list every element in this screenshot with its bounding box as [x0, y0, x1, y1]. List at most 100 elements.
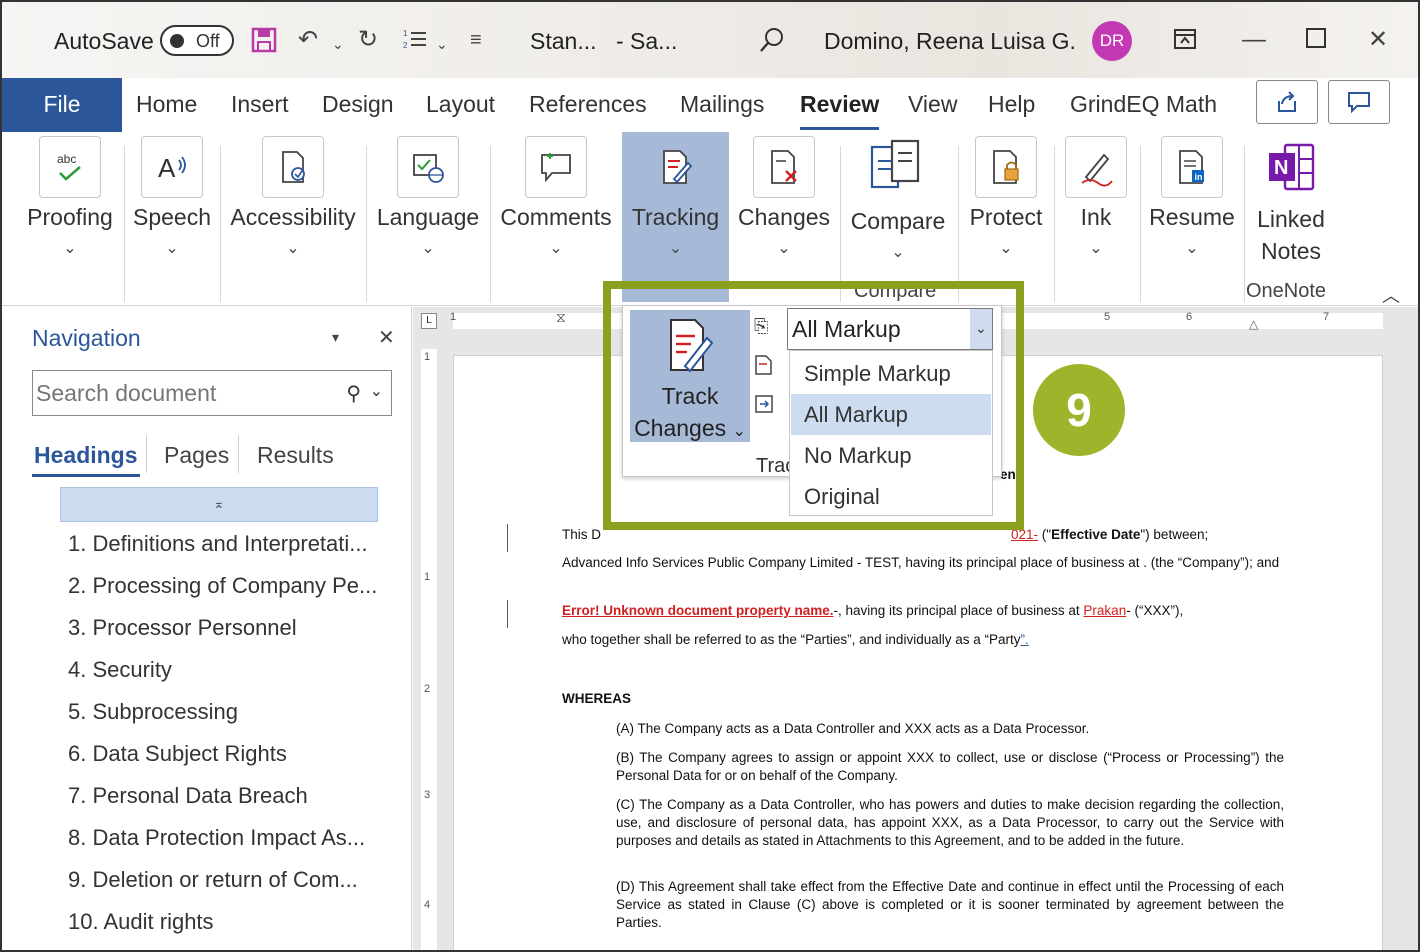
ribbon-group-resume[interactable]: in Resume ⌄: [1146, 132, 1238, 302]
svg-text:2: 2: [403, 41, 408, 50]
heading-item[interactable]: 3. Processor Personnel: [68, 615, 297, 641]
document-name[interactable]: Stan...: [530, 28, 596, 55]
ribbon-group-language[interactable]: Language ⌄: [374, 132, 482, 302]
ribbon-group-proofing[interactable]: abc Proofing ⌄: [22, 132, 118, 302]
search-icon[interactable]: ⚲: [346, 381, 361, 406]
ribbon-group-tracking[interactable]: Tracking ⌄: [622, 132, 729, 302]
ribbon-group-comments[interactable]: Comments ⌄: [496, 132, 616, 302]
display-for-review-icon[interactable]: ⎘: [754, 316, 768, 337]
field-error-text[interactable]: Error! Unknown document property name.: [562, 603, 834, 618]
recital-b: (B) The Company agrees to assign or appo…: [616, 750, 1284, 783]
tab-view[interactable]: View: [908, 91, 957, 118]
svg-text:abc: abc: [57, 152, 76, 166]
ribbon-group-compare[interactable]: Compare ⌄: [846, 132, 950, 302]
search-icon[interactable]: [758, 26, 786, 61]
redo-icon[interactable]: ↻: [358, 26, 378, 54]
tab-design[interactable]: Design: [322, 91, 394, 118]
close-icon[interactable]: ✕: [1368, 26, 1388, 54]
tab-results[interactable]: Results: [257, 442, 334, 469]
heading-item[interactable]: 1. Definitions and Interpretati...: [68, 531, 368, 557]
undo-icon[interactable]: ↶: [298, 26, 318, 54]
tab-home[interactable]: Home: [136, 91, 197, 118]
ribbon-group-changes[interactable]: Changes ⌄: [734, 132, 834, 302]
ribbon-display-options-icon[interactable]: [1172, 26, 1198, 59]
numbering-icon[interactable]: 12: [402, 26, 428, 59]
menu-item-all-markup[interactable]: All Markup: [791, 394, 991, 435]
right-indent-marker-icon[interactable]: △: [1249, 317, 1258, 331]
ruler-number: 4: [424, 899, 431, 911]
speech-label: Speech: [132, 204, 211, 230]
maximize-icon[interactable]: [1304, 26, 1328, 57]
collapse-headings-button[interactable]: ⌅: [60, 487, 378, 522]
chevron-down-icon[interactable]: ⌄: [370, 381, 383, 401]
heading-item[interactable]: 6. Data Subject Rights: [68, 741, 287, 767]
track-changes-icon: [667, 316, 715, 379]
menu-item-simple-markup[interactable]: Simple Markup: [791, 353, 991, 394]
show-markup-icon[interactable]: [754, 354, 774, 381]
ribbon-group-linked-notes[interactable]: N Linked Notes: [1248, 132, 1334, 302]
share-button[interactable]: [1256, 80, 1318, 124]
markup-display-select[interactable]: All Markup ⌄: [787, 308, 993, 350]
numbering-dropdown-icon[interactable]: ⌄: [436, 30, 448, 58]
tab-grindeq-math[interactable]: GrindEQ Math: [1070, 91, 1217, 118]
undo-dropdown-icon[interactable]: ⌄: [332, 30, 344, 58]
avatar[interactable]: DR: [1092, 21, 1132, 61]
intro-text: ") between;: [1140, 527, 1209, 542]
ribbon-group-accessibility[interactable]: Accessibility ⌄: [226, 132, 360, 302]
tab-insert[interactable]: Insert: [231, 91, 289, 118]
menu-item-no-markup[interactable]: No Markup: [791, 435, 991, 476]
ribbon-divider: [366, 146, 367, 302]
word-window: AutoSave Off ↶ ⌄ ↻ 12 ⌄ ≡ Stan... - Sa..…: [0, 0, 1420, 952]
search-input[interactable]: [36, 377, 326, 409]
tab-selector-icon[interactable]: L: [421, 313, 437, 329]
heading-item[interactable]: 4. Security: [68, 657, 172, 683]
autosave-toggle[interactable]: Off: [160, 25, 234, 56]
customize-toolbar-icon[interactable]: ≡: [470, 26, 482, 54]
chevron-down-icon: ⌄: [891, 244, 905, 261]
comments-label: Comments: [500, 204, 612, 230]
tab-help[interactable]: Help: [988, 91, 1035, 118]
chevron-down-icon: ⌄: [63, 240, 77, 257]
tab-pages[interactable]: Pages: [164, 442, 229, 469]
title-fragment: en: [1000, 467, 1016, 482]
comments-button[interactable]: [1328, 80, 1390, 124]
tab-mailings[interactable]: Mailings: [680, 91, 764, 118]
minimize-icon[interactable]: —: [1242, 26, 1266, 54]
heading-item[interactable]: 7. Personal Data Breach: [68, 783, 308, 809]
tab-layout[interactable]: Layout: [426, 91, 495, 118]
tab-review[interactable]: Review: [800, 91, 880, 130]
ribbon-divider: [124, 146, 125, 302]
save-icon[interactable]: [250, 26, 278, 61]
navigation-title: Navigation: [32, 325, 141, 351]
reviewing-pane-icon[interactable]: [754, 394, 774, 419]
language-label: Language: [376, 204, 480, 230]
agreement-intro: This D 021- ("Effective Date") between;: [562, 526, 1302, 544]
compare-group-footer: Compare: [854, 280, 937, 302]
search-document-box[interactable]: ⚲ ⌄: [32, 370, 392, 416]
pane-options-icon[interactable]: ▾: [332, 329, 339, 346]
tab-references[interactable]: References: [529, 91, 647, 118]
tab-file[interactable]: File: [2, 78, 122, 132]
tab-headings[interactable]: Headings: [32, 442, 140, 477]
indent-marker-icon[interactable]: ⧖: [556, 309, 566, 326]
heading-item[interactable]: 5. Subprocessing: [68, 699, 238, 725]
menu-item-original[interactable]: Original: [791, 476, 991, 517]
navigation-pane: Navigation ▾ ✕ ⚲ ⌄ Headings Pages Result…: [2, 307, 412, 950]
heading-item[interactable]: 9. Deletion or return of Com...: [68, 867, 358, 893]
heading-item[interactable]: 2. Processing of Company Pe...: [68, 573, 377, 599]
ruler-number: 1: [424, 571, 431, 583]
ribbon-group-ink[interactable]: Ink ⌄: [1060, 132, 1132, 302]
user-name[interactable]: Domino, Reena Luisa G.: [824, 28, 1076, 55]
recital-c: (C) The Company as a Data Controller, wh…: [616, 797, 1284, 848]
track-changes-button[interactable]: Track Changes ⌄: [630, 310, 750, 442]
collapse-ribbon-icon[interactable]: ︿: [1382, 282, 1400, 308]
heading-item[interactable]: 10. Audit rights: [68, 909, 214, 935]
ribbon-group-speech[interactable]: A Speech ⌄: [130, 132, 214, 302]
chevron-down-icon[interactable]: ⌄: [970, 309, 992, 349]
ribbon-group-protect[interactable]: Protect ⌄: [964, 132, 1048, 302]
heading-item[interactable]: 8. Data Protection Impact As...: [68, 825, 365, 851]
vertical-ruler: 1 1 2 3 4: [421, 349, 437, 950]
chevron-down-icon: ⌄: [1185, 240, 1199, 257]
ribbon-divider: [1140, 146, 1141, 302]
close-pane-icon[interactable]: ✕: [378, 325, 395, 350]
